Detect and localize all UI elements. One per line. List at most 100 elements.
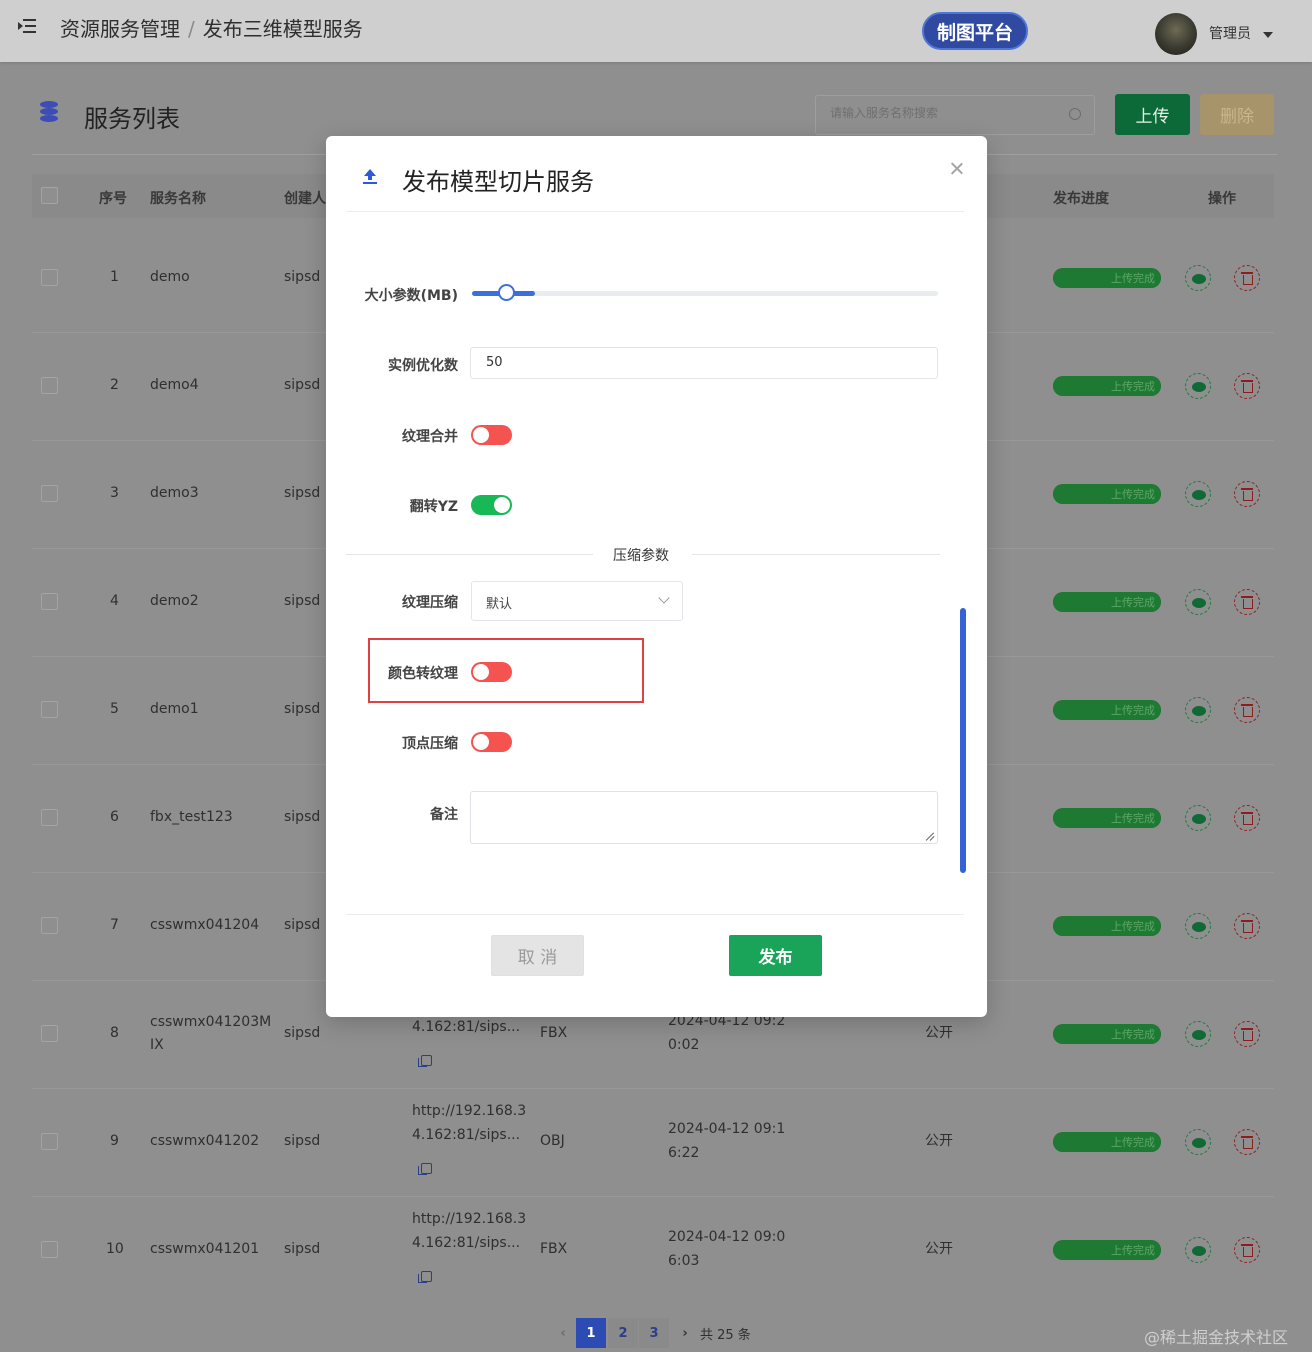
remark-textarea[interactable] (470, 791, 938, 844)
progress-label: 上传完成 (1111, 920, 1155, 933)
texture-merge-switch[interactable] (471, 425, 512, 445)
row-progress-bar: 上传完成 (1053, 376, 1161, 396)
select-all-checkbox[interactable] (41, 187, 58, 204)
row-index: 4 (110, 593, 119, 609)
row-service-name: csswmx041202 (150, 1133, 260, 1149)
progress-label: 上传完成 (1111, 1136, 1155, 1149)
user-name[interactable]: 管理员 (1209, 23, 1251, 43)
trash-icon[interactable] (1234, 373, 1260, 399)
column-header-name: 服务名称 (150, 191, 206, 207)
flip-yz-switch[interactable] (471, 495, 512, 515)
eye-icon[interactable] (1185, 697, 1211, 723)
row-progress-bar: 上传完成 (1053, 916, 1161, 936)
row-checkbox[interactable] (41, 809, 58, 826)
progress-label: 上传完成 (1111, 1028, 1155, 1041)
row-service-url: http://192.168.3 (412, 1211, 527, 1227)
eye-icon[interactable] (1185, 265, 1211, 291)
row-checkbox[interactable] (41, 701, 58, 718)
trash-icon[interactable] (1234, 589, 1260, 615)
row-service-url: http://192.168.3 (412, 1103, 527, 1119)
copy-icon[interactable] (418, 1271, 432, 1283)
row-progress-bar: 上传完成 (1053, 1132, 1161, 1152)
texture-merge-label: 纹理合并 (402, 429, 458, 445)
eye-icon[interactable] (1185, 1129, 1211, 1155)
platform-button[interactable]: 制图平台 (922, 12, 1028, 50)
trash-icon[interactable] (1234, 805, 1260, 831)
publish-button[interactable]: 发布 (729, 935, 822, 976)
close-icon[interactable] (948, 160, 966, 178)
row-index: 6 (110, 809, 119, 825)
trash-icon[interactable] (1234, 265, 1260, 291)
breadcrumb-item-resource[interactable]: 资源服务管理 (60, 17, 180, 41)
dialog-title: 发布模型切片服务 (402, 168, 594, 196)
dialog-scrollbar[interactable] (960, 608, 966, 873)
trash-icon[interactable] (1234, 697, 1260, 723)
page-title: 服务列表 (84, 105, 180, 133)
row-progress-bar: 上传完成 (1053, 808, 1161, 828)
row-checkbox[interactable] (41, 1025, 58, 1042)
page-button-2[interactable]: 2 (608, 1318, 638, 1348)
row-progress-bar: 上传完成 (1053, 700, 1161, 720)
row-creator: sipsd (284, 269, 321, 285)
row-service-name: demo2 (150, 593, 199, 609)
row-progress-bar: 上传完成 (1053, 592, 1161, 612)
progress-label: 上传完成 (1111, 488, 1155, 501)
progress-label: 上传完成 (1111, 596, 1155, 609)
eye-icon[interactable] (1185, 589, 1211, 615)
trash-icon[interactable] (1234, 913, 1260, 939)
trash-icon[interactable] (1234, 481, 1260, 507)
size-param-slider[interactable] (472, 291, 938, 296)
row-created-date-cont: 6:22 (668, 1145, 700, 1161)
vertex-compress-switch[interactable] (471, 732, 512, 752)
row-index: 7 (110, 917, 119, 933)
row-access: 公开 (925, 1241, 953, 1257)
eye-icon[interactable] (1185, 805, 1211, 831)
page-button-1[interactable]: 1 (576, 1318, 606, 1348)
row-checkbox[interactable] (41, 377, 58, 394)
row-checkbox[interactable] (41, 485, 58, 502)
trash-icon[interactable] (1234, 1237, 1260, 1263)
column-header-index: 序号 (99, 191, 127, 207)
search-icon[interactable] (1069, 108, 1081, 120)
prev-page-icon[interactable]: ‹ (548, 1318, 578, 1348)
row-progress-bar: 上传完成 (1053, 1024, 1161, 1044)
breadcrumb: 资源服务管理 / 发布三维模型服务 (60, 13, 363, 42)
avatar[interactable] (1155, 13, 1197, 55)
eye-icon[interactable] (1185, 913, 1211, 939)
next-page-icon[interactable]: › (670, 1318, 700, 1348)
color-to-texture-switch[interactable] (471, 662, 512, 682)
eye-icon[interactable] (1185, 481, 1211, 507)
texture-compress-select[interactable]: 默认 (471, 581, 683, 621)
trash-icon[interactable] (1234, 1129, 1260, 1155)
row-index: 5 (110, 701, 119, 717)
search-box[interactable] (815, 95, 1095, 135)
row-checkbox[interactable] (41, 1133, 58, 1150)
row-checkbox[interactable] (41, 917, 58, 934)
row-checkbox[interactable] (41, 269, 58, 286)
delete-button[interactable]: 删除 (1200, 94, 1274, 135)
chevron-down-icon[interactable] (1263, 32, 1273, 38)
row-format: FBX (540, 1025, 568, 1041)
page-button-3[interactable]: 3 (639, 1318, 669, 1348)
column-header-creator: 创建人 (284, 191, 326, 207)
copy-icon[interactable] (418, 1163, 432, 1175)
copy-icon[interactable] (418, 1055, 432, 1067)
trash-icon[interactable] (1234, 1021, 1260, 1047)
row-checkbox[interactable] (41, 1241, 58, 1258)
divider-line-left (346, 554, 593, 555)
row-divider (32, 1088, 1274, 1089)
search-input[interactable] (830, 106, 1050, 120)
resize-grip-icon[interactable] (926, 832, 935, 841)
row-checkbox[interactable] (41, 593, 58, 610)
eye-icon[interactable] (1185, 1021, 1211, 1047)
progress-label: 上传完成 (1111, 272, 1155, 285)
eye-icon[interactable] (1185, 1237, 1211, 1263)
eye-icon[interactable] (1185, 373, 1211, 399)
slider-handle[interactable] (498, 284, 515, 301)
menu-toggle-icon[interactable] (18, 18, 36, 34)
instance-opt-input[interactable]: 50 (470, 347, 938, 379)
upload-button[interactable]: 上传 (1115, 94, 1190, 135)
top-bar: 资源服务管理 / 发布三维模型服务 制图平台 管理员 (0, 0, 1312, 62)
cancel-button[interactable]: 取 消 (491, 935, 584, 976)
row-progress-bar: 上传完成 (1053, 484, 1161, 504)
